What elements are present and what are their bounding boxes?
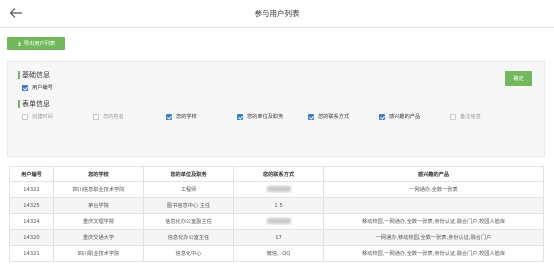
- cell-user-id: 14320: [9, 229, 54, 246]
- checkbox-label: 您的单位及职务: [247, 114, 284, 120]
- section-marker: [18, 100, 20, 108]
- table-row: 14325 茅台学院 图书信息中心 主任 1 5: [9, 197, 544, 214]
- cell-school: 四川信息职业技术学院: [53, 181, 144, 198]
- checkbox-box[interactable]: [93, 113, 99, 120]
- checkbox-box[interactable]: [379, 113, 385, 120]
- cell-products: [323, 197, 544, 214]
- cell-school: 重庆文理学院: [53, 213, 144, 230]
- table-row: 14324 重庆文理学院 信息化办公室副主任 移动校园,一网通办,全数一张表,身…: [9, 213, 544, 230]
- checkbox-box[interactable]: [166, 113, 172, 120]
- checkbox-create-time[interactable]: 创建时间: [22, 113, 53, 120]
- cell-user-id: 14325: [9, 197, 54, 214]
- cell-school: 茅台学院: [53, 197, 144, 214]
- page-title: 参与用户列表: [254, 9, 300, 18]
- export-user-list-button[interactable]: 导出用户列表: [7, 37, 65, 50]
- cell-products: 一网通办,全数一张表: [323, 181, 544, 198]
- checkbox-label: 创建时间: [32, 114, 53, 120]
- cell-contact: [233, 181, 324, 198]
- section-marker: [18, 71, 20, 79]
- checkbox-user-id[interactable]: 用户编号: [22, 84, 53, 91]
- checkbox-label: 用户编号: [32, 85, 53, 91]
- checkbox-box[interactable]: [237, 113, 243, 120]
- checkbox-label: 感兴趣的产品: [389, 114, 421, 120]
- form-info-title: 表单信息: [22, 100, 50, 108]
- table-row: 14321 四川职业技术学院 信息化中心 微信、QQ 移动校园,一网通办,全数一…: [9, 245, 544, 262]
- checkbox-school[interactable]: 您的学校: [166, 113, 197, 120]
- confirm-button[interactable]: 确定: [505, 71, 532, 86]
- cell-products: 移动校园,一网通办,全数一张表,身份认证,融合门户,校园人脸库: [323, 245, 544, 262]
- redacted-mark: [266, 218, 291, 225]
- cell-school: 重庆交通大学: [53, 229, 144, 246]
- checkbox-remarks[interactable]: 备注信息: [450, 113, 481, 120]
- cell-contact: 1 5: [233, 197, 324, 214]
- column-header[interactable]: 您的联系方式: [233, 166, 324, 182]
- cell-user-id: 14324: [9, 213, 54, 230]
- user-table: 用户编号 您的学校 您的单位及职务 您的联系方式 感兴趣的产品 14322 四川…: [9, 166, 544, 262]
- checkbox-label: 您的学校: [176, 114, 197, 120]
- cell-contact: [233, 213, 324, 230]
- checkbox-interested-products[interactable]: 感兴趣的产品: [379, 113, 420, 120]
- cell-user-id: 14321: [9, 245, 54, 262]
- checkbox-box[interactable]: [450, 113, 456, 120]
- export-button-label: 导出用户列表: [23, 41, 56, 47]
- cell-products: 移动校园,一网通办,全数一张表,身份认证,融合门户,校园人脸库: [323, 213, 544, 230]
- cell-contact: 微信、QQ: [233, 245, 324, 262]
- cell-unit: 图书信息中心 主任: [143, 197, 234, 214]
- checkbox-box[interactable]: [22, 84, 28, 91]
- checkbox-label: 您的姓名: [103, 114, 124, 120]
- checkbox-contact[interactable]: 您的联系方式: [308, 113, 349, 120]
- checkbox-unit-position[interactable]: 您的单位及职务: [237, 113, 283, 120]
- field-filter-panel: 基础信息 用户编号 表单信息 创建时间 您的姓名 您的学校 您的单位及职务 您的…: [7, 61, 545, 157]
- top-bar: 参与用户列表: [0, 0, 554, 28]
- table-row: 14322 四川信息职业技术学院 工程师 一网通办,全数一张表: [9, 181, 544, 198]
- cell-unit: 信息化办公室副主任: [143, 213, 234, 230]
- basic-info-title: 基础信息: [22, 71, 50, 79]
- cell-school: 四川职业技术学院: [53, 245, 144, 262]
- cell-user-id: 14322: [9, 181, 54, 198]
- column-header[interactable]: 用户编号: [9, 166, 54, 182]
- download-icon: [17, 41, 22, 46]
- redacted-mark: [266, 186, 291, 193]
- table-row: 14320 重庆交通大学 信息化办公室主任 17 一网通办,移动校园,全数一张表…: [9, 229, 544, 246]
- table-header-row: 用户编号 您的学校 您的单位及职务 您的联系方式 感兴趣的产品: [9, 166, 544, 182]
- cell-products: 一网通办,移动校园,全数一张表,身份认证,融合门户: [323, 229, 544, 246]
- checkbox-box[interactable]: [308, 113, 314, 120]
- cell-unit: 工程师: [143, 181, 234, 198]
- checkbox-label: 备注信息: [460, 114, 481, 120]
- column-header[interactable]: 您的单位及职务: [143, 166, 234, 182]
- cell-unit: 信息化中心: [143, 245, 234, 262]
- checkbox-name[interactable]: 您的姓名: [93, 113, 124, 120]
- cell-contact: 17: [233, 229, 324, 246]
- column-header[interactable]: 您的学校: [53, 166, 144, 182]
- column-header[interactable]: 感兴趣的产品: [323, 166, 544, 182]
- checkbox-box[interactable]: [22, 113, 28, 120]
- checkbox-label: 您的联系方式: [318, 114, 350, 120]
- cell-unit: 信息化办公室主任: [143, 229, 234, 246]
